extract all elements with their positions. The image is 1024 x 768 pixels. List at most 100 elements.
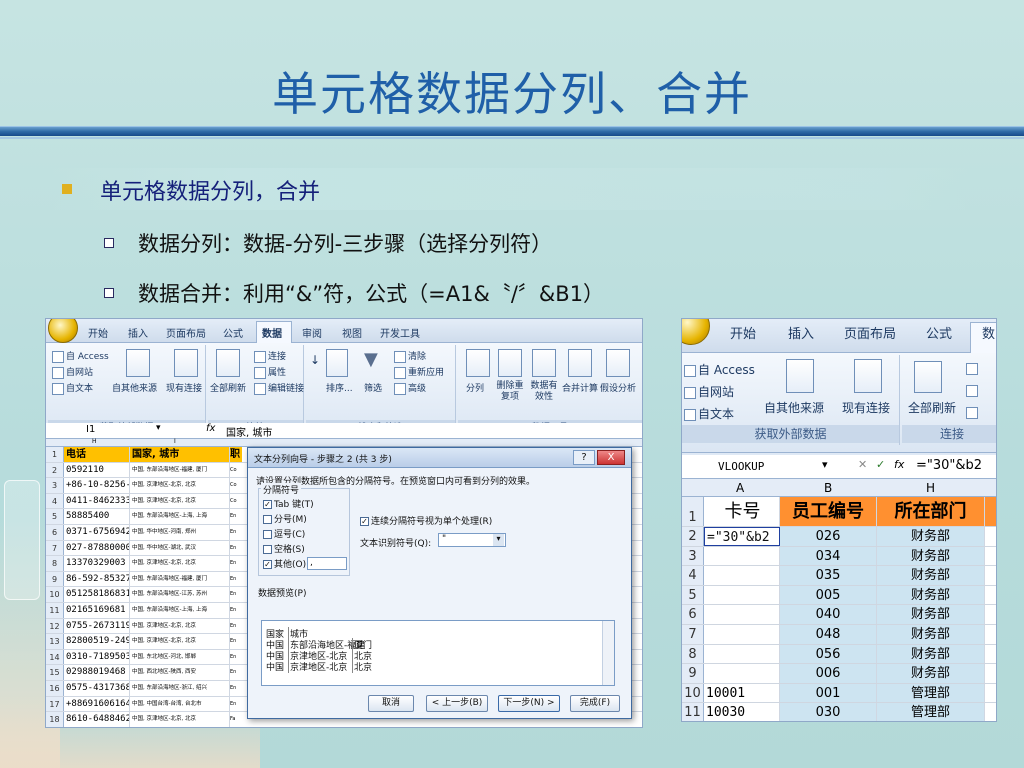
connections-button[interactable]: 连接 xyxy=(254,349,286,363)
header-next[interactable] xyxy=(985,497,996,526)
cell-card-no[interactable] xyxy=(704,546,780,566)
col-header-a[interactable]: A xyxy=(736,481,744,495)
cell-region[interactable]: 中国, 东北地区-河北, 邯郸 xyxy=(130,649,230,665)
from-other-button[interactable]: 自其他来源 xyxy=(764,399,824,416)
cell-job[interactable]: En xyxy=(230,681,242,696)
cell-region[interactable]: 中国, 京津地区-北京, 北京 xyxy=(130,478,230,493)
cell-department[interactable]: 财务部 xyxy=(877,566,985,585)
cell-department[interactable]: 财务部 xyxy=(877,625,985,644)
cell-job[interactable]: En xyxy=(230,525,242,540)
cell-job[interactable]: En xyxy=(230,603,242,618)
cell-region[interactable]: 中国, 华中地区-湖北, 武汉 xyxy=(130,540,230,556)
chevron-down-icon[interactable]: ▾ xyxy=(493,534,504,546)
tab-view[interactable]: 视图 xyxy=(342,325,362,340)
cell-employee-no[interactable]: 034 xyxy=(780,546,877,566)
cell-job[interactable]: Co xyxy=(230,478,242,493)
cell-phone[interactable]: 86-592-8532777 EXT 3812 xyxy=(64,571,130,587)
cell-region[interactable]: 中国, 东部沿海地区-上海, 上海 xyxy=(130,603,230,618)
cell-next[interactable] xyxy=(985,683,996,703)
cell-job[interactable]: En xyxy=(230,665,242,680)
refresh-all-button[interactable]: 全部刷新 xyxy=(908,399,956,416)
cell-next[interactable] xyxy=(985,546,996,566)
delimiter-option[interactable]: 逗号(C) xyxy=(263,527,305,540)
close-button[interactable]: X xyxy=(597,450,625,465)
properties-icon[interactable] xyxy=(966,383,980,397)
cell-region[interactable]: 中国, 东部沿海地区-江苏, 苏州 xyxy=(130,587,230,602)
delimiter-option[interactable]: ✓ 其他(O): xyxy=(263,557,309,570)
cell-employee-no[interactable]: 030 xyxy=(780,703,877,721)
cell-region[interactable]: 中国, 京津地区-北京, 北京 xyxy=(130,493,230,509)
cell-region[interactable]: 中国, 中国台湾-台湾, 台北市 xyxy=(130,696,230,712)
header-job[interactable]: 职 xyxy=(230,447,242,462)
tab-home[interactable]: 开始 xyxy=(88,325,108,340)
tab-developer[interactable]: 开发工具 xyxy=(380,325,420,340)
tab-insert[interactable]: 插入 xyxy=(788,323,814,342)
cell-region[interactable]: 中国, 京津地区-北京, 北京 xyxy=(130,618,230,634)
cell-phone[interactable]: 0310-7189503 xyxy=(64,649,130,665)
cell-next[interactable] xyxy=(985,605,996,624)
advanced-button[interactable]: 高级 xyxy=(394,381,426,395)
header-department[interactable]: 所在部门 xyxy=(877,497,985,526)
header-phone[interactable]: 电话 xyxy=(64,447,130,462)
cell-next[interactable] xyxy=(985,566,996,585)
checkbox[interactable] xyxy=(263,530,272,539)
cell-job[interactable]: En xyxy=(230,556,242,571)
from-other-button[interactable]: 自其他来源 xyxy=(112,381,157,394)
back-button[interactable]: < 上一步(B) xyxy=(426,695,488,712)
cell-employee-no[interactable]: 026 xyxy=(780,527,877,546)
cell-department[interactable]: 财务部 xyxy=(877,527,985,546)
office-button-icon[interactable] xyxy=(682,319,710,345)
delimiter-option[interactable]: 分号(M) xyxy=(263,512,307,525)
cell-region[interactable]: 中国, 京津地区-北京, 北京 xyxy=(130,634,230,649)
preview-scrollbar[interactable] xyxy=(602,621,614,685)
office-button-icon[interactable] xyxy=(48,319,78,343)
name-box[interactable]: VLOOKUP xyxy=(718,460,764,473)
link-icon[interactable] xyxy=(966,405,980,419)
cell-employee-no[interactable]: 001 xyxy=(780,683,877,703)
cell-region[interactable]: 中国, 华中地区-河南, 郑州 xyxy=(130,525,230,540)
consecutive-checkbox[interactable]: ✓ xyxy=(360,517,369,526)
cell-job[interactable]: En xyxy=(230,587,242,602)
cell-department[interactable]: 财务部 xyxy=(877,585,985,605)
refresh-all-button[interactable]: 全部刷新 xyxy=(210,381,246,394)
cell-next[interactable] xyxy=(985,585,996,605)
checkbox[interactable] xyxy=(263,515,272,524)
name-box[interactable]: I1 xyxy=(86,424,95,435)
from-web-button[interactable]: 自网站 xyxy=(52,365,93,379)
cell-region[interactable]: 中国, 京津地区-北京, 北京 xyxy=(130,556,230,571)
cell-phone[interactable]: 0592110 xyxy=(64,462,130,478)
tab-review[interactable]: 审阅 xyxy=(302,325,322,340)
cell-card-no[interactable]: ="30"&b2 xyxy=(704,527,780,546)
next-button[interactable]: 下一步(N) > xyxy=(498,695,560,712)
edit-links-button[interactable]: 编辑链接 xyxy=(254,381,304,395)
from-text-button[interactable]: 自文本 xyxy=(684,405,734,422)
cell-card-no[interactable] xyxy=(704,664,780,683)
cell-card-no[interactable]: 10030 xyxy=(704,703,780,721)
qualifier-select[interactable]: " ▾ xyxy=(438,533,506,547)
cell-card-no[interactable] xyxy=(704,605,780,624)
formula-input[interactable]: ="30"&b2 xyxy=(916,458,982,473)
from-access-button[interactable]: 自 Access xyxy=(52,349,109,363)
header-region[interactable]: 国家, 城市 xyxy=(130,447,230,462)
tab-page-layout[interactable]: 页面布局 xyxy=(844,323,896,342)
cell-phone[interactable]: 02988019468 xyxy=(64,665,130,680)
cell-employee-no[interactable]: 048 xyxy=(780,625,877,644)
cell-job[interactable]: En xyxy=(230,619,242,634)
properties-button[interactable]: 属性 xyxy=(254,365,286,379)
cell-card-no[interactable]: 10001 xyxy=(704,683,780,703)
existing-connections-button[interactable]: 现有连接 xyxy=(842,399,890,416)
cell-department[interactable]: 财务部 xyxy=(877,664,985,683)
from-text-button[interactable]: 自文本 xyxy=(52,381,93,395)
help-button[interactable]: ? xyxy=(573,450,595,465)
cell-department[interactable]: 财务部 xyxy=(877,644,985,664)
cell-next[interactable] xyxy=(985,625,996,644)
cell-next[interactable] xyxy=(985,527,996,546)
cell-job[interactable]: En xyxy=(230,572,242,587)
from-access-button[interactable]: 自 Access xyxy=(684,361,755,378)
cell-region[interactable]: 中国, 京津地区-北京, 北京 xyxy=(130,712,230,727)
cell-region[interactable]: 中国, 东部沿海地区-福建, 厦门 xyxy=(130,571,230,587)
connections-icon[interactable] xyxy=(966,361,980,375)
cell-phone[interactable]: +86-10-8256-3389 xyxy=(64,478,130,493)
cell-next[interactable] xyxy=(985,703,996,721)
cell-phone[interactable]: 0755-26731194 xyxy=(64,618,130,634)
